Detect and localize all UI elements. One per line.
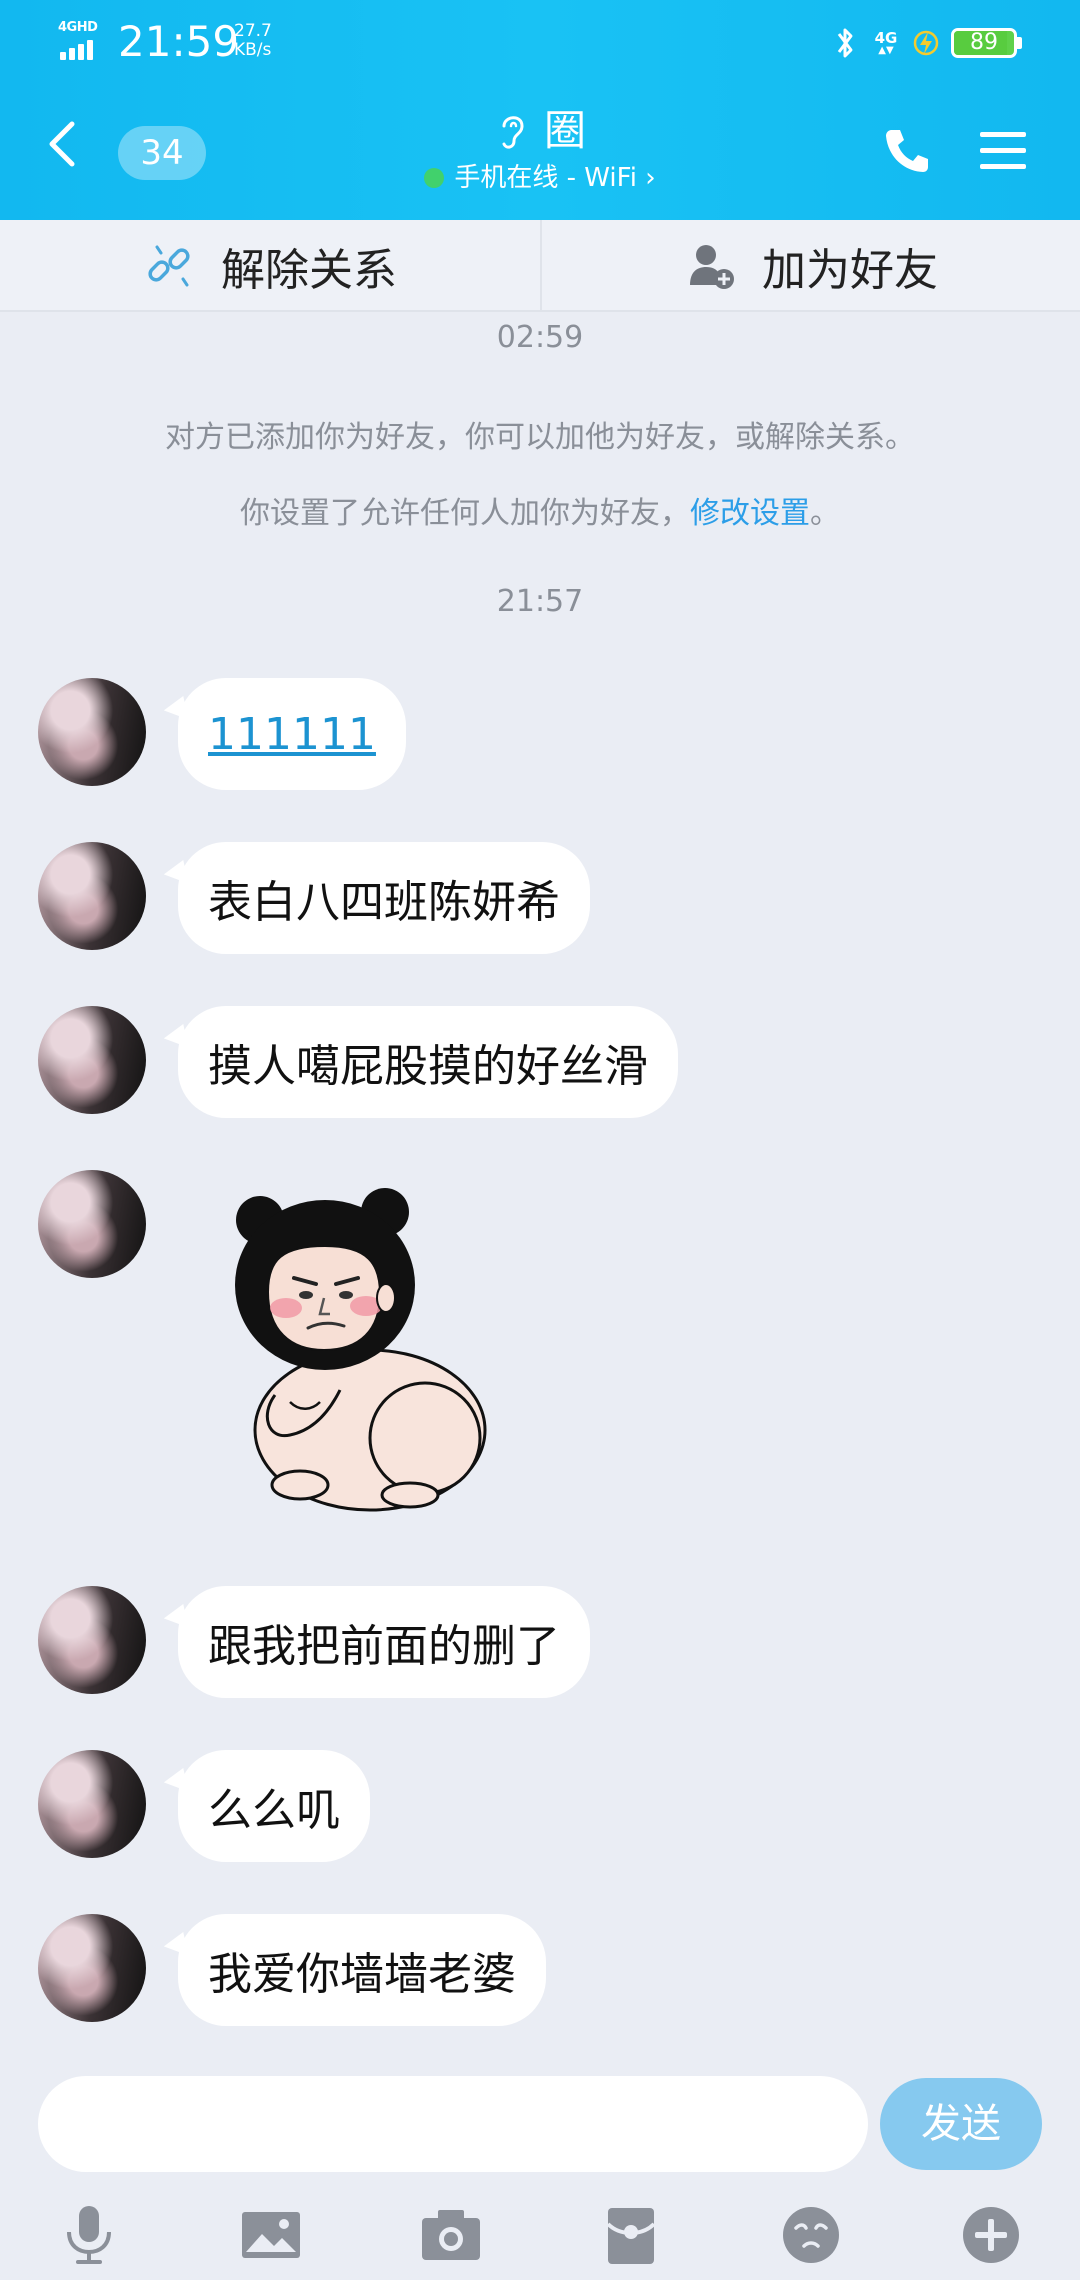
- contact-avatar[interactable]: [38, 1750, 146, 1858]
- nav-bar: 34 圈 手机在线 - WiFi ›: [0, 84, 1080, 220]
- message-bubble[interactable]: 跟我把前面的删了: [178, 1586, 590, 1698]
- charging-icon: [913, 30, 939, 56]
- chat-header: 4GHD 21:59 27.7 KB/s 4G ▲▼ 89 34 圈 手机在线 …: [0, 0, 1080, 220]
- status-time: 21:59: [118, 17, 240, 66]
- add-friend-icon: [690, 245, 734, 289]
- microphone-icon[interactable]: [54, 2202, 124, 2268]
- status-bar: 4GHD 21:59 27.7 KB/s 4G ▲▼ 89: [0, 0, 1080, 84]
- unlink-relationship-button[interactable]: 解除关系: [0, 220, 540, 312]
- broken-link-icon: [148, 245, 190, 287]
- add-friend-label: 加为好友: [762, 245, 938, 296]
- contact-avatar[interactable]: [38, 1170, 146, 1278]
- online-status-text: 手机在线 - WiFi ›: [454, 163, 656, 193]
- timestamp: 21:57: [496, 584, 584, 619]
- message-number-link[interactable]: 111111: [208, 709, 376, 760]
- unread-count-badge[interactable]: 34: [118, 126, 206, 180]
- online-status[interactable]: 手机在线 - WiFi ›: [300, 162, 780, 194]
- emoji-icon[interactable]: [776, 2202, 846, 2268]
- bluetooth-icon: [837, 28, 853, 58]
- contact-avatar[interactable]: [38, 1914, 146, 2022]
- message-bubble[interactable]: 表白八四班陈妍希: [178, 842, 590, 954]
- network-speed: 27.7 KB/s: [234, 21, 272, 60]
- back-button[interactable]: [38, 114, 88, 174]
- battery-level: 89: [970, 30, 998, 55]
- mobile-data-icon: 4G ▲▼: [874, 29, 898, 56]
- message-bubble[interactable]: 么么叽: [178, 1750, 370, 1862]
- message-bubble[interactable]: 摸人噶屁股摸的好丝滑: [178, 1006, 678, 1118]
- message-input[interactable]: [38, 2076, 868, 2172]
- chat-toolbar: [0, 2190, 1080, 2280]
- image-icon[interactable]: [236, 2202, 306, 2268]
- contact-avatar[interactable]: [38, 1586, 146, 1694]
- modify-settings-link[interactable]: 修改设置: [690, 496, 810, 531]
- contact-avatar[interactable]: [38, 1006, 146, 1114]
- network-type: 4GHD: [58, 20, 98, 35]
- contact-avatar[interactable]: [38, 678, 146, 786]
- message-bubble[interactable]: 111111: [178, 678, 406, 790]
- page-title: 圈: [543, 106, 586, 155]
- message-bubble[interactable]: 我爱你墙墙老婆: [178, 1914, 546, 2026]
- add-friend-button[interactable]: 加为好友: [540, 220, 1080, 312]
- contact-avatar[interactable]: [38, 842, 146, 950]
- red-packet-icon[interactable]: [596, 2202, 666, 2268]
- relationship-action-bar: 解除关系 加为好友: [0, 220, 1080, 312]
- signal-icon: 4GHD: [58, 20, 106, 60]
- system-message: 对方已添加你为好友，你可以加他为好友，或解除关系。: [165, 420, 915, 455]
- contact-title[interactable]: 圈: [300, 106, 780, 156]
- unlink-relationship-label: 解除关系: [221, 245, 397, 296]
- system-message: 你设置了允许任何人加你为好友，修改设置。: [240, 496, 840, 531]
- ear-icon: [502, 116, 524, 149]
- menu-button[interactable]: [976, 126, 1030, 176]
- online-dot-icon: [424, 168, 445, 188]
- battery-icon: 89: [951, 28, 1017, 58]
- send-button[interactable]: 发送: [880, 2078, 1042, 2170]
- timestamp: 02:59: [496, 320, 584, 355]
- camera-icon[interactable]: [416, 2202, 486, 2268]
- phone-call-button[interactable]: [880, 124, 934, 178]
- cartoon-girl-sticker[interactable]: [220, 1180, 510, 1520]
- plus-icon[interactable]: [956, 2202, 1026, 2268]
